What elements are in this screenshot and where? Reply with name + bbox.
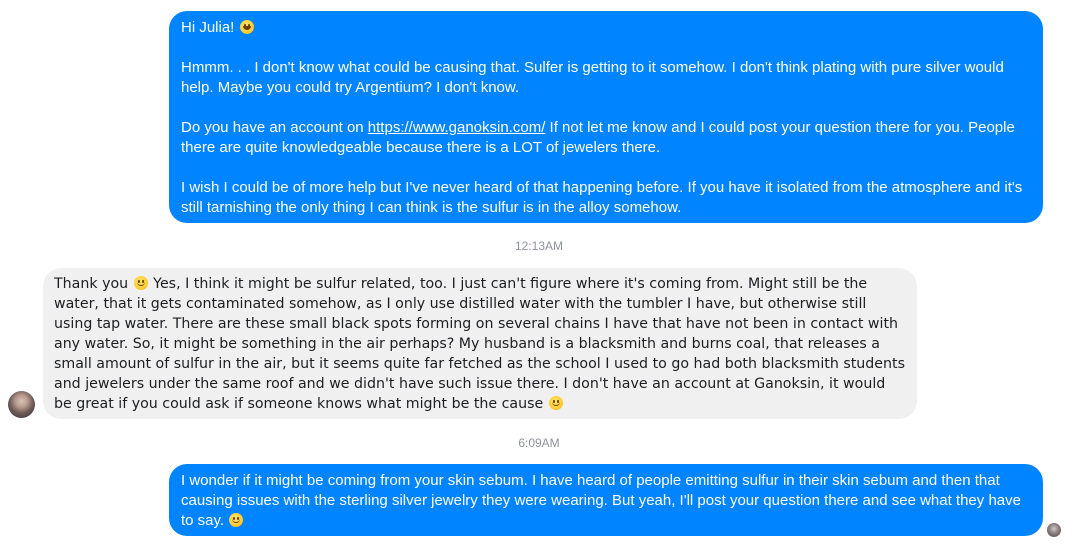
- grinning-face-emoji-icon: [239, 20, 254, 34]
- message-paragraph: I wonder if it might be coming from your…: [181, 471, 1031, 531]
- timestamp: 6:09AM: [518, 436, 560, 450]
- message-text: Do you have an account on: [181, 119, 368, 136]
- smiling-face-emoji-icon: [548, 396, 563, 410]
- message-paragraph: Thank you Yes, I think it might be sulfu…: [54, 274, 905, 414]
- message-text: Thank you: [54, 276, 133, 292]
- message-bubble-outgoing[interactable]: I wonder if it might be coming from your…: [169, 464, 1043, 536]
- message-paragraph: Do you have an account on https://www.ga…: [181, 118, 1031, 158]
- message-text: Hi Julia!: [181, 19, 239, 36]
- avatar[interactable]: [8, 391, 35, 418]
- message-paragraph: Hmmm. . . I don't know what could be cau…: [181, 59, 1004, 96]
- message-paragraph: Hi Julia!: [181, 18, 1031, 38]
- ganoksin-link[interactable]: https://www.ganoksin.com/: [368, 119, 546, 136]
- message-bubble-incoming[interactable]: Thank you Yes, I think it might be sulfu…: [43, 268, 917, 419]
- message-paragraph: I wish I could be of more help but I've …: [181, 179, 1023, 216]
- message-thread: Hi Julia! Hmmm. . . I don't know what co…: [0, 0, 1078, 554]
- message-text: I wonder if it might be coming from your…: [181, 472, 1021, 529]
- timestamp: 12:13AM: [514, 239, 564, 253]
- message-text: Yes, I think it might be sulfur related,…: [54, 276, 905, 412]
- read-receipt-avatar: [1047, 523, 1061, 537]
- message-bubble-outgoing[interactable]: Hi Julia! Hmmm. . . I don't know what co…: [169, 11, 1043, 223]
- smiling-face-emoji-icon: [229, 513, 244, 527]
- smiling-face-emoji-icon: [133, 276, 148, 290]
